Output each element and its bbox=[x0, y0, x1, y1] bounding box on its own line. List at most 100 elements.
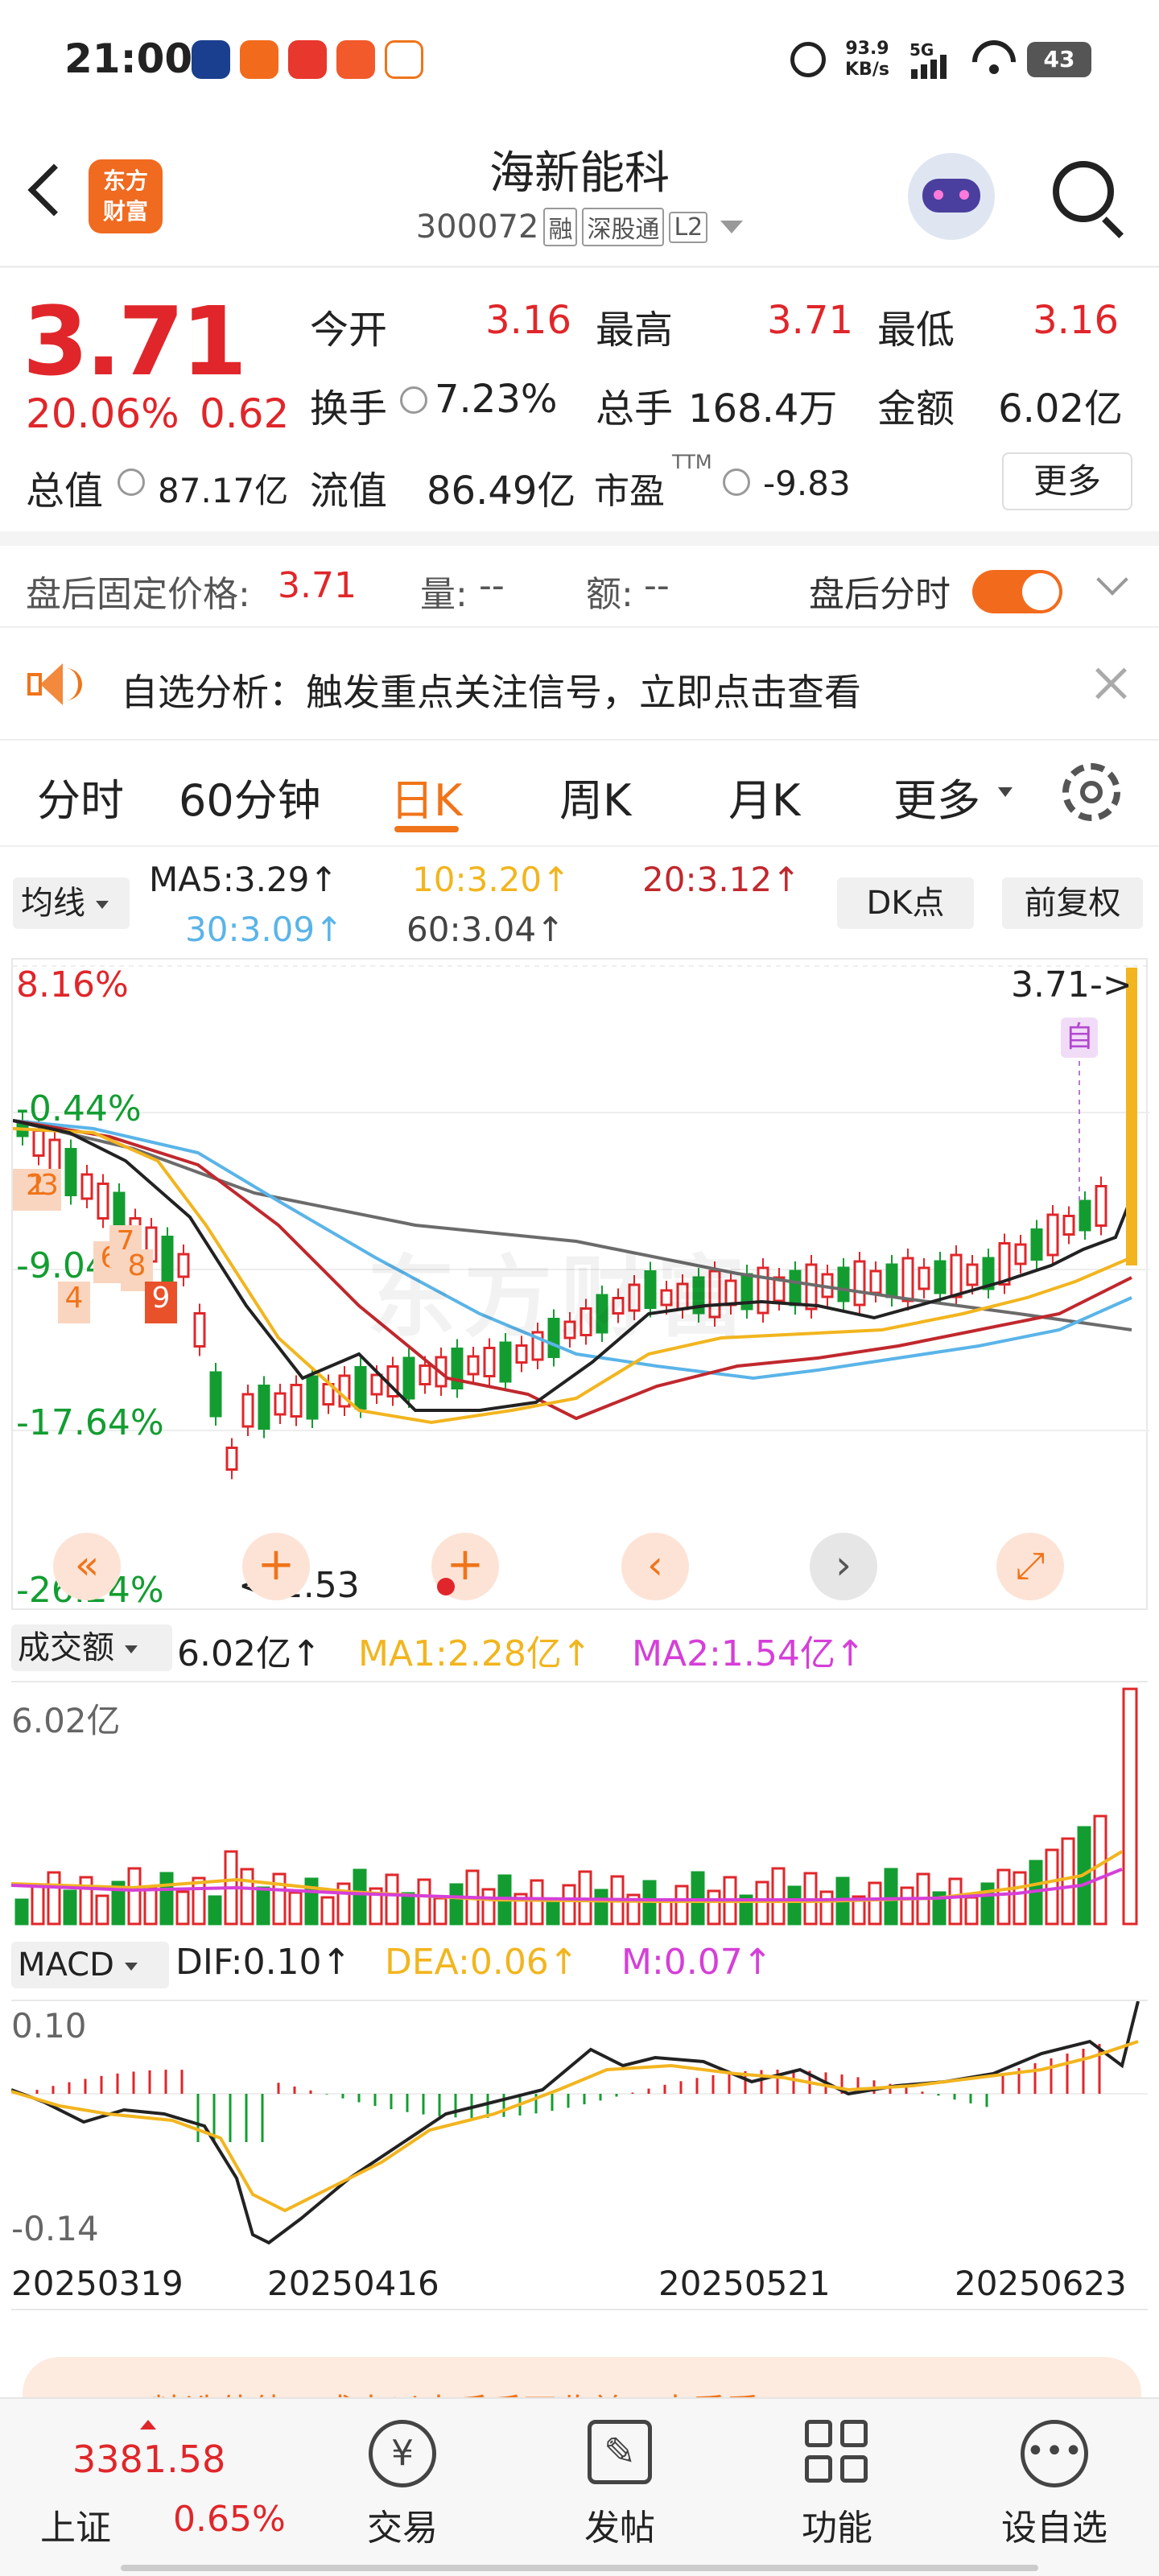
next-button[interactable]: › bbox=[810, 1533, 877, 1600]
info-icon[interactable] bbox=[723, 469, 750, 496]
red-dot-icon bbox=[437, 1578, 455, 1596]
macd-selector[interactable]: MACD bbox=[11, 1942, 169, 1988]
volume-bar bbox=[127, 1867, 142, 1926]
volume-bar bbox=[819, 1890, 834, 1926]
volume-bar bbox=[175, 1890, 190, 1926]
info-icon[interactable] bbox=[400, 386, 427, 414]
volume-ma2: MA2:1.54亿↑ bbox=[632, 1633, 865, 1674]
volume-axis-max: 6.02亿 bbox=[11, 1701, 121, 1740]
volume-bar bbox=[63, 1889, 77, 1926]
yuan-icon: ¥ bbox=[369, 2420, 436, 2487]
volume-bar bbox=[256, 1886, 270, 1926]
back-button[interactable] bbox=[24, 157, 80, 229]
tab-more[interactable]: 更多 bbox=[893, 765, 980, 828]
volume-bar bbox=[449, 1883, 464, 1926]
volume-bar bbox=[674, 1885, 689, 1926]
tab-60min[interactable]: 60分钟 bbox=[179, 765, 321, 828]
tab-fenshi[interactable]: 分时 bbox=[37, 765, 124, 828]
ma60-legend: 60:3.04↑ bbox=[406, 910, 565, 949]
stock-code: 300072 bbox=[415, 208, 539, 246]
gesture-bar bbox=[121, 2565, 1038, 2571]
change-pct: 20.06% bbox=[26, 390, 179, 437]
candle bbox=[789, 1269, 802, 1307]
ma20-legend: 20:3.12↑ bbox=[642, 860, 801, 899]
volume-bar bbox=[401, 1892, 415, 1926]
ah-toggle-label: 盘后分时 bbox=[809, 574, 951, 615]
nav-post[interactable]: ✎ 发帖 bbox=[563, 2415, 676, 2560]
robot-assistant-icon[interactable] bbox=[908, 153, 995, 240]
grid-icon bbox=[805, 2420, 869, 2484]
expand-icon[interactable]: ⤢ bbox=[996, 1533, 1064, 1600]
event-markers[interactable]: 1 2 3 4 6 7 8 9 bbox=[13, 1169, 177, 1330]
info-icon[interactable] bbox=[118, 469, 145, 496]
chevron-down-icon[interactable] bbox=[1096, 564, 1128, 596]
eastmoney-logo[interactable]: 东方 财富 bbox=[89, 159, 163, 233]
grid-app-icon bbox=[336, 40, 375, 79]
candle bbox=[1014, 1243, 1027, 1265]
volume-bar bbox=[787, 1885, 802, 1926]
volume-bar bbox=[14, 1898, 29, 1926]
macd-dea-line bbox=[11, 2040, 1139, 2213]
ah-vol-label: 量: bbox=[420, 574, 468, 615]
candle bbox=[290, 1384, 303, 1418]
volume-bar bbox=[948, 1877, 963, 1926]
macd-m: M:0.07↑ bbox=[621, 1942, 773, 1983]
chevron-left-icon bbox=[27, 163, 80, 217]
tab-monthly-k[interactable]: 月K bbox=[728, 765, 800, 828]
volume-bar bbox=[385, 1873, 399, 1926]
volume-bar bbox=[481, 1888, 496, 1926]
open-label: 今开 bbox=[310, 308, 388, 353]
volume-selector[interactable]: 成交额 bbox=[11, 1624, 172, 1671]
more-button[interactable]: 更多 bbox=[1002, 452, 1132, 510]
edit-icon: ✎ bbox=[588, 2420, 652, 2484]
volume-bar-last bbox=[1122, 1687, 1138, 1926]
volume-bar bbox=[1013, 1871, 1027, 1926]
caret-down-icon bbox=[95, 901, 109, 909]
gear-icon[interactable] bbox=[1062, 763, 1120, 821]
after-hours-toggle[interactable] bbox=[972, 570, 1062, 613]
volume-bar bbox=[240, 1868, 254, 1926]
tab-daily-k[interactable]: 日K bbox=[390, 765, 462, 828]
index-widget[interactable]: 3381.58 上证 0.65% bbox=[32, 2415, 306, 2560]
candle bbox=[419, 1364, 431, 1385]
index-pct: 0.65% bbox=[173, 2499, 286, 2540]
stock-code-row[interactable]: 300072 融 深股通 L2 bbox=[378, 208, 781, 246]
volume-bar bbox=[546, 1897, 560, 1926]
last-price-label: 3.71-> bbox=[1011, 964, 1132, 1005]
volume-chart[interactable]: 6.02亿 bbox=[11, 1681, 1148, 1932]
balloon-icon bbox=[385, 40, 423, 79]
macd-chart[interactable]: 0.10 -0.14 bbox=[11, 2000, 1148, 2249]
nav-trade[interactable]: ¥ 交易 bbox=[346, 2415, 459, 2560]
date-4: 20250623 bbox=[955, 2264, 1127, 2303]
after-hours-row: 盘后固定价格: 3.71 量: -- 额: -- 盘后分时 bbox=[0, 546, 1159, 626]
add-indicator-button-1[interactable]: + bbox=[242, 1533, 310, 1600]
nav-add-watchlist[interactable]: ••• 设自选 bbox=[986, 2415, 1123, 2560]
send-icon bbox=[240, 40, 278, 79]
dk-point-button[interactable]: DK点 bbox=[837, 877, 974, 929]
candle bbox=[1030, 1228, 1043, 1261]
candle bbox=[402, 1356, 415, 1400]
rewind-button[interactable]: « bbox=[53, 1533, 121, 1600]
candle bbox=[354, 1366, 367, 1410]
turnover-value: 7.23% bbox=[435, 377, 558, 422]
tab-weekly-k[interactable]: 周K bbox=[559, 765, 631, 828]
close-icon[interactable] bbox=[1091, 663, 1131, 704]
search-icon[interactable] bbox=[1046, 158, 1127, 239]
self-select-marker[interactable]: 自 bbox=[1061, 1018, 1098, 1058]
ma-selector[interactable]: 均线 bbox=[13, 877, 130, 929]
ma5-legend: MA5:3.29↑ bbox=[149, 860, 338, 899]
nav-functions[interactable]: 功能 bbox=[781, 2415, 893, 2560]
caret-down-icon bbox=[124, 1645, 138, 1653]
macd-dea: DEA:0.06↑ bbox=[385, 1942, 579, 1983]
volume-bar bbox=[304, 1877, 319, 1926]
adjust-button[interactable]: 前复权 bbox=[1002, 877, 1143, 929]
kline-chart[interactable]: 东方财富 8.16% -0.44% -9.04% -17.64% -26.24%… bbox=[11, 958, 1149, 1611]
macd-axis-bottom: -0.14 bbox=[11, 2209, 99, 2248]
notice-bar[interactable]: 自选分析：触发重点关注信号，立即点击查看 bbox=[0, 628, 1159, 741]
date-3: 20250521 bbox=[658, 2264, 831, 2303]
last-candle bbox=[1126, 968, 1137, 1265]
header-divider bbox=[0, 266, 1159, 268]
amount-value: 6.02亿 bbox=[998, 386, 1123, 431]
caret-down-icon bbox=[124, 1963, 138, 1971]
prev-button[interactable]: ‹ bbox=[621, 1533, 689, 1600]
